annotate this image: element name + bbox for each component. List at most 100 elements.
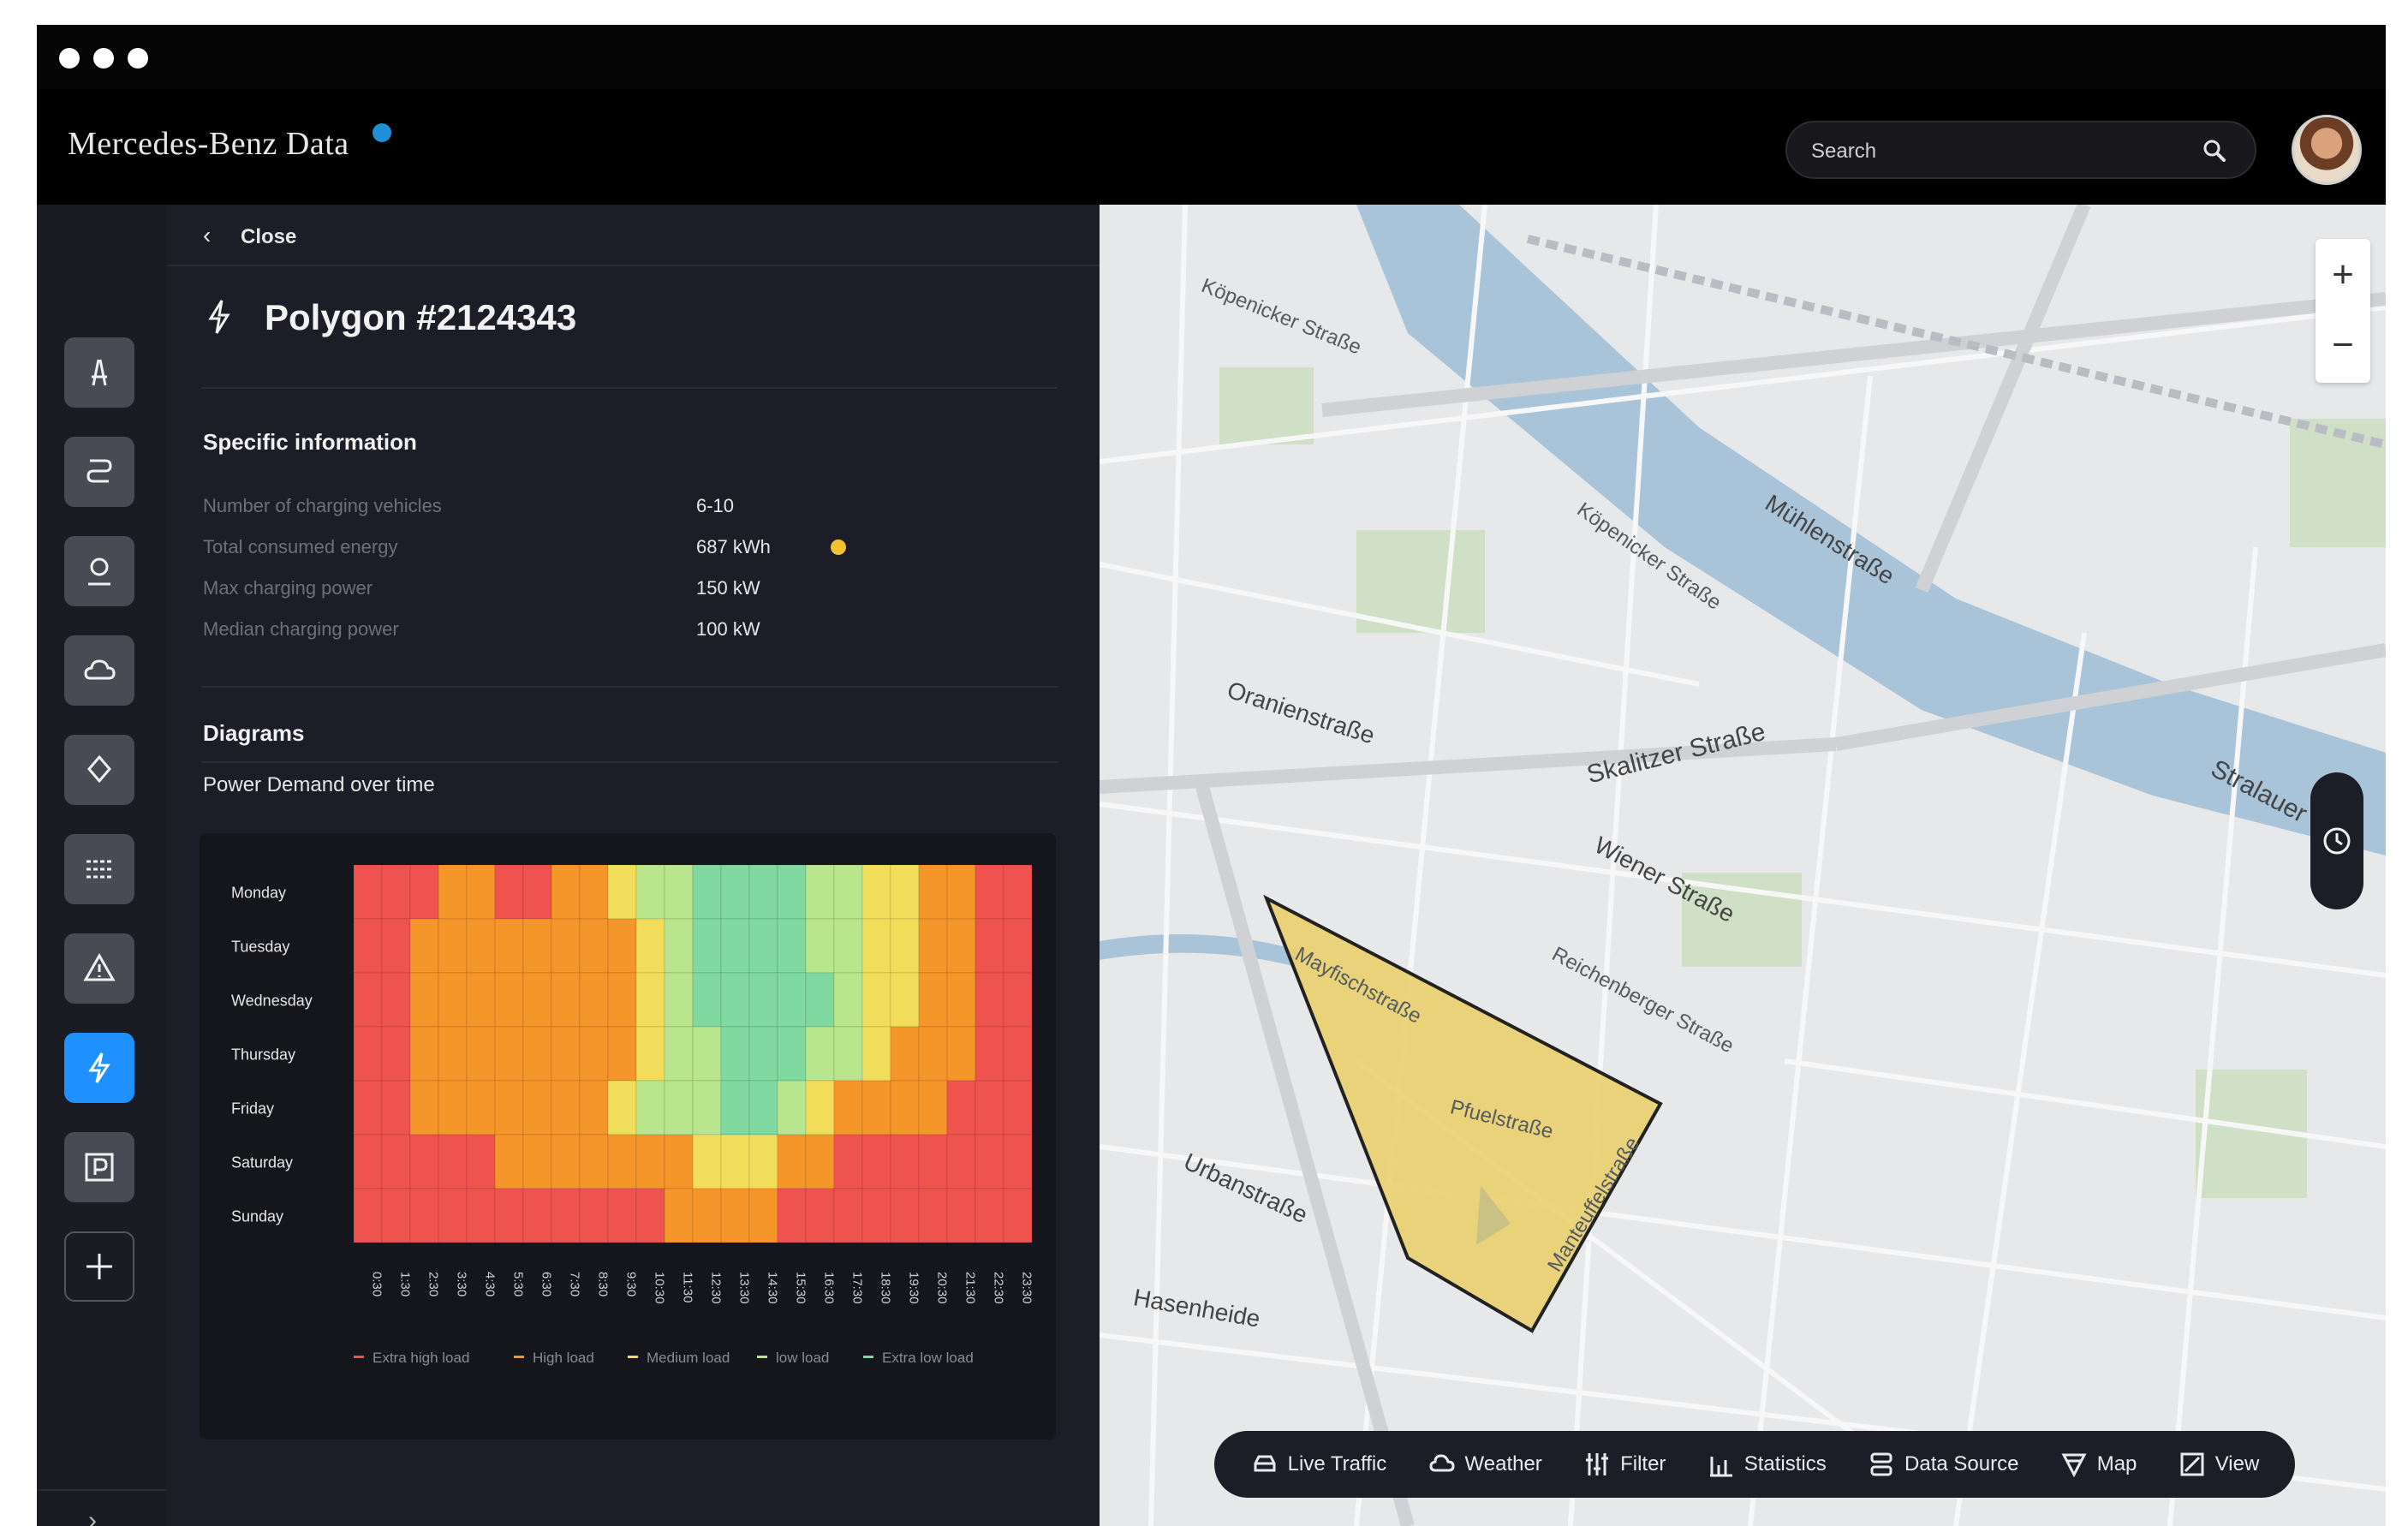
window-close-dot[interactable]: [59, 48, 80, 69]
toolbar-map[interactable]: Map: [2059, 1450, 2137, 1479]
heatmap-cell: [353, 918, 383, 974]
heatmap-cell: [975, 1188, 1004, 1243]
heatmap-cell: [805, 864, 835, 920]
heatmap-cell: [720, 1026, 750, 1082]
heatmap-row-label: Monday: [231, 885, 286, 902]
heatmap-cell: [466, 1188, 496, 1243]
heatmap-cell: [579, 1080, 609, 1136]
heatmap-cell: [353, 864, 383, 920]
map-toolbar: Live Traffic Weather Filter Statistics D…: [1214, 1431, 2295, 1498]
rail-item-warning[interactable]: [64, 933, 134, 1004]
heatmap-cell: [409, 1026, 439, 1082]
heatmap-cell: [748, 1134, 778, 1189]
heatmap-column-label: 0:30: [370, 1272, 384, 1297]
map-view[interactable]: Köpenicker Straße Mühlenstraße Köpenicke…: [1100, 205, 2386, 1526]
heatmap-cell: [975, 1026, 1004, 1082]
rail-expand-chevron-icon[interactable]: ›: [88, 1506, 97, 1526]
avatar[interactable]: [2292, 115, 2362, 185]
heatmap-cell: [805, 1026, 835, 1082]
toolbar-filter[interactable]: Filter: [1582, 1450, 1666, 1479]
road-icon: [92, 359, 107, 386]
heatmap-cell: [1003, 1188, 1033, 1243]
heatmap-column-label: 4:30: [483, 1272, 498, 1297]
window-minimize-dot[interactable]: [93, 48, 114, 69]
heatmap-cell: [551, 864, 581, 920]
rail-add-button[interactable]: [64, 1231, 134, 1302]
heatmap-column-label: 11:30: [681, 1272, 695, 1302]
route-icon: [86, 459, 112, 483]
toolbar-live-traffic[interactable]: Live Traffic: [1250, 1450, 1386, 1479]
heatmap-column-label: 16:30: [822, 1272, 837, 1304]
legend-label: Medium load: [647, 1350, 730, 1366]
view-icon: [2180, 1452, 2204, 1476]
heatmap-cell: [438, 864, 468, 920]
rail-item-weather[interactable]: [64, 635, 134, 706]
heatmap-cell: [692, 1134, 722, 1189]
zoom-control: + −: [2316, 239, 2370, 383]
toolbar-statistics[interactable]: Statistics: [1707, 1450, 1827, 1479]
legend-label: High load: [533, 1350, 594, 1366]
heatmap-cell: [466, 1080, 496, 1136]
heatmap-cell: [353, 1134, 383, 1189]
lanes-icon: [86, 860, 112, 879]
heatmap-cell: [664, 864, 694, 920]
weather-icon: [1429, 1454, 1455, 1472]
brand-dot-icon: [373, 123, 391, 142]
heatmap-cell: [805, 1080, 835, 1136]
heatmap-cell: [551, 972, 581, 1028]
heatmap-cell: [861, 864, 891, 920]
info-value: 6-10: [696, 495, 735, 516]
charging-bolt-icon: [88, 1052, 110, 1083]
rail-item-pin[interactable]: [64, 735, 134, 805]
heatmap-cell: [861, 918, 891, 974]
heatmap-cell: [720, 918, 750, 974]
heatmap-cell: [720, 1134, 750, 1189]
sidebar-rail: ›: [37, 205, 167, 1526]
heatmap-cell: [466, 1134, 496, 1189]
map-icon: [2061, 1453, 2087, 1478]
rail-item-charging[interactable]: [64, 1033, 134, 1103]
search-input[interactable]: Search: [1785, 121, 2256, 179]
heatmap-cell: [635, 1188, 665, 1243]
rail-item-location-person[interactable]: [64, 536, 134, 606]
zoom-out-button[interactable]: −: [2316, 311, 2370, 383]
rail-item-route[interactable]: [64, 437, 134, 507]
heatmap-cell: [748, 1026, 778, 1082]
heatmap-cell: [551, 1188, 581, 1243]
legend-swatch: [514, 1356, 524, 1358]
heatmap-cell: [975, 918, 1004, 974]
heatmap-cell: [353, 1080, 383, 1136]
heatmap-cell: [353, 972, 383, 1028]
heatmap-cell: [692, 1080, 722, 1136]
data-source-icon: [1870, 1452, 1892, 1476]
heatmap-cell: [861, 1134, 891, 1189]
rail-item-lanes[interactable]: [64, 834, 134, 904]
info-label: Median charging power: [203, 618, 399, 640]
location-person-icon: [88, 557, 110, 586]
time-button[interactable]: [2310, 772, 2363, 909]
search-icon[interactable]: [2198, 134, 2232, 169]
toolbar-weather[interactable]: Weather: [1428, 1450, 1542, 1479]
rail-item-parking[interactable]: [64, 1132, 134, 1202]
heatmap-cell: [777, 1026, 807, 1082]
toolbar-data-source[interactable]: Data Source: [1867, 1450, 2018, 1479]
close-button[interactable]: ‹ Close: [167, 205, 1100, 266]
heatmap-cell: [918, 1080, 948, 1136]
heatmap-cell: [664, 1188, 694, 1243]
heatmap-cell: [635, 972, 665, 1028]
heatmap-cell: [692, 1026, 722, 1082]
map-canvas[interactable]: [1100, 205, 2386, 1526]
brand-logo[interactable]: Mercedes-Benz Data: [68, 125, 349, 163]
rail-item-road[interactable]: [64, 337, 134, 408]
window-maximize-dot[interactable]: [128, 48, 148, 69]
info-value: 150 kW: [696, 577, 760, 599]
heatmap-cell: [805, 918, 835, 974]
heatmap-cell: [777, 918, 807, 974]
zoom-in-button[interactable]: +: [2316, 239, 2370, 311]
heatmap-cell: [748, 1080, 778, 1136]
heatmap-cell: [861, 972, 891, 1028]
heatmap-cell: [607, 1188, 637, 1243]
toolbar-view[interactable]: View: [2178, 1450, 2259, 1479]
heatmap-column-label: 18:30: [879, 1272, 893, 1304]
heatmap-cell: [777, 1080, 807, 1136]
